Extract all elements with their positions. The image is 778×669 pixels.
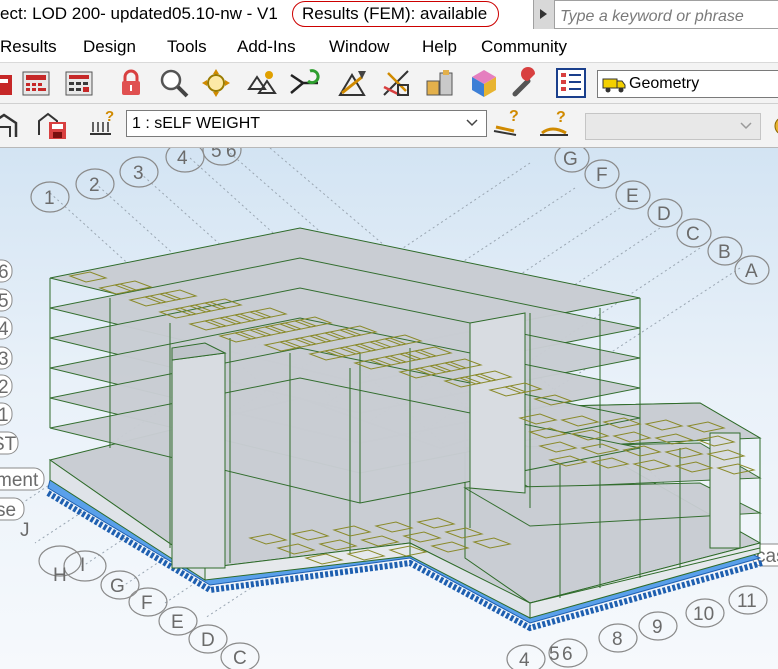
- zoom-pan-icon[interactable]: [200, 67, 232, 99]
- level-label-5: 5: [0, 291, 9, 312]
- load-case-selector[interactable]: 1 : sELF WEIGHT: [126, 110, 487, 137]
- menu-design[interactable]: Design: [83, 37, 136, 57]
- level-label-basement: ment: [0, 470, 39, 491]
- calculator-icon[interactable]: [20, 67, 52, 99]
- menu-tools[interactable]: Tools: [167, 37, 207, 57]
- grid-label-8-front: 8: [612, 629, 623, 650]
- chevron-down-icon: [740, 122, 752, 130]
- grid-label-j: J: [20, 520, 30, 541]
- title-bar: ect: LOD 200- updated05.10-nw - V1 Resul…: [0, 0, 778, 30]
- results-status: Results (FEM): available: [302, 4, 488, 23]
- layout-manager-icon[interactable]: [555, 67, 587, 99]
- grid-label-b: B: [718, 242, 731, 263]
- level-label-4: 4: [0, 319, 9, 340]
- grid-label-6-front: 6: [562, 644, 573, 665]
- svg-text:?: ?: [556, 109, 566, 126]
- supports-icon[interactable]: [336, 67, 368, 99]
- grid-label-5-front: 5: [549, 644, 560, 665]
- partial-tool-icon[interactable]: [0, 67, 16, 99]
- lock-icon[interactable]: [115, 67, 147, 99]
- menu-bar: Results Design Tools Add-Ins Window Help…: [0, 31, 778, 63]
- loads-toolbar: ? 1 : sELF WEIGHT ? ?: [0, 104, 778, 148]
- grid-label-a: A: [745, 261, 758, 282]
- layout-selector[interactable]: Geometry: [597, 70, 778, 98]
- releases-icon[interactable]: [288, 67, 320, 99]
- search-expand-arrow-icon[interactable]: [533, 0, 554, 29]
- menu-community[interactable]: Community: [481, 37, 567, 57]
- load-case-query-icon[interactable]: ?: [87, 108, 119, 140]
- grid-label-2: 2: [89, 175, 100, 196]
- chevron-down-icon: [466, 119, 478, 127]
- truck-icon: [602, 78, 626, 93]
- bars-icon[interactable]: [380, 67, 412, 99]
- grid-label-6: 6: [226, 148, 237, 162]
- grid-label-f: F: [596, 165, 608, 186]
- model-viewport[interactable]: 1 2 3 4 5 6 A B C D E F G J H I G F E D …: [0, 148, 778, 669]
- load-definition-icon[interactable]: ?: [492, 107, 524, 139]
- grid-label-h: H: [53, 565, 67, 586]
- grid-label-e: E: [626, 186, 639, 207]
- load-table-icon[interactable]: ?: [538, 107, 570, 139]
- wrench-icon[interactable]: [510, 67, 542, 99]
- grid-label-9-front: 9: [652, 617, 663, 638]
- level-label-3: 3: [0, 349, 9, 370]
- menu-window[interactable]: Window: [329, 37, 389, 57]
- grid-label-3: 3: [133, 163, 144, 184]
- secondary-selector-disabled: [585, 113, 761, 140]
- level-label-6: 6: [0, 262, 9, 283]
- menu-add-ins[interactable]: Add-Ins: [237, 37, 296, 57]
- grid-label-d-front: D: [201, 630, 215, 651]
- member-groups-icon[interactable]: [245, 67, 277, 99]
- menu-help[interactable]: Help: [422, 37, 457, 57]
- level-label-base: se: [0, 500, 16, 521]
- grid-label-e-front: E: [171, 612, 184, 633]
- grid-label-1: 1: [44, 188, 55, 209]
- structure-view-icon[interactable]: [0, 109, 20, 141]
- grid-label-g: G: [563, 149, 578, 170]
- section-icon[interactable]: [424, 67, 456, 99]
- save-load-icon[interactable]: [36, 109, 68, 141]
- svg-text:?: ?: [105, 108, 114, 125]
- level-label-2: 2: [0, 377, 9, 398]
- grid-label-f-front: F: [141, 593, 153, 614]
- grid-label-11-front: 11: [737, 591, 757, 612]
- partial-tool-icon-right[interactable]: [764, 110, 778, 142]
- grid-label-c-front: C: [233, 648, 247, 669]
- svg-text:?: ?: [509, 108, 519, 125]
- layout-selector-value: Geometry: [629, 75, 700, 92]
- level-label-st: ST: [0, 434, 17, 455]
- grid-label-g-front: G: [110, 576, 125, 597]
- load-case-selector-value: 1 : sELF WEIGHT: [132, 115, 261, 132]
- standard-toolbar: Geometry: [0, 63, 778, 104]
- structure-3d-view[interactable]: 1 2 3 4 5 6 A B C D E F G J H I G F E D …: [0, 148, 778, 669]
- grid-label-5: 5: [211, 148, 222, 162]
- search-input[interactable]: [554, 0, 778, 29]
- menu-results[interactable]: Results: [0, 37, 57, 57]
- level-label-1: 1: [0, 405, 9, 426]
- grid-label-4: 4: [177, 148, 188, 169]
- grid-label-i: I: [80, 555, 85, 576]
- grid-label-4-front: 4: [519, 650, 530, 669]
- calculation-report-icon[interactable]: [63, 67, 95, 99]
- grid-label-d: D: [657, 204, 671, 225]
- zoom-icon[interactable]: [158, 67, 190, 99]
- window-title: ect: LOD 200- updated05.10-nw - V1: [0, 4, 278, 23]
- grid-label-c: C: [686, 224, 700, 245]
- 3d-model-icon[interactable]: [468, 67, 500, 99]
- grid-label-10-front: 10: [693, 604, 714, 625]
